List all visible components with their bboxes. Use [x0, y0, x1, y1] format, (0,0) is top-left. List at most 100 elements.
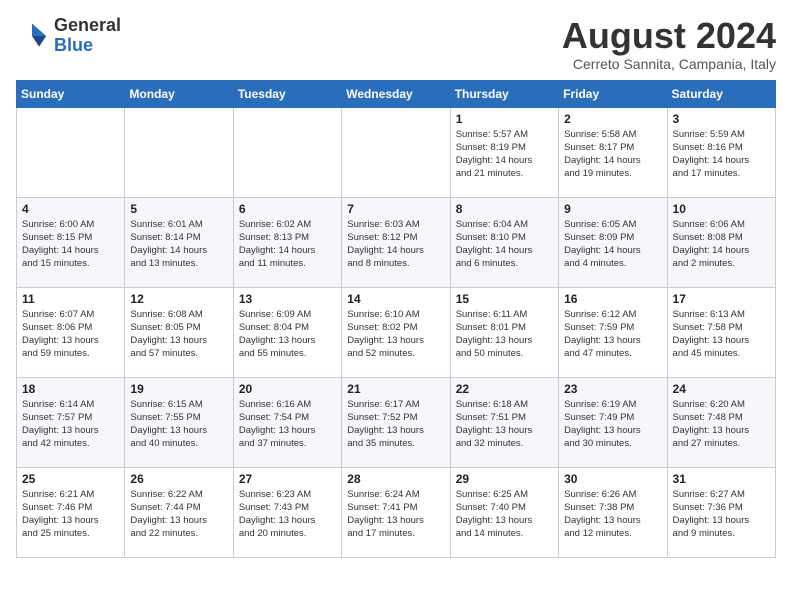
- day-cell: 27 Sunrise: 6:23 AM Sunset: 7:43 PM Dayli…: [233, 467, 341, 557]
- logo: General Blue: [16, 16, 121, 56]
- day-info: Sunrise: 6:09 AM Sunset: 8:04 PM Dayligh…: [239, 308, 336, 361]
- day-number: 9: [564, 202, 661, 216]
- day-number: 4: [22, 202, 119, 216]
- title-section: August 2024 Cerreto Sannita, Campania, I…: [562, 16, 776, 72]
- day-number: 16: [564, 292, 661, 306]
- day-info: Sunrise: 6:16 AM Sunset: 7:54 PM Dayligh…: [239, 398, 336, 451]
- header-saturday: Saturday: [667, 80, 775, 107]
- day-number: 11: [22, 292, 119, 306]
- day-cell: 25 Sunrise: 6:21 AM Sunset: 7:46 PM Dayli…: [17, 467, 125, 557]
- calendar-header: Sunday Monday Tuesday Wednesday Thursday…: [17, 80, 776, 107]
- week-row-3: 18Sunrise: 6:14 AM Sunset: 7:57 PM Dayli…: [17, 377, 776, 467]
- day-cell: [342, 107, 450, 197]
- header-monday: Monday: [125, 80, 233, 107]
- day-number: 26: [130, 472, 227, 486]
- day-number: 10: [673, 202, 770, 216]
- day-cell: 11 Sunrise: 6:07 AM Sunset: 8:06 PM Dayli…: [17, 287, 125, 377]
- header-wednesday: Wednesday: [342, 80, 450, 107]
- day-number: 15: [456, 292, 553, 306]
- day-number: 8: [456, 202, 553, 216]
- header-sunday: Sunday: [17, 80, 125, 107]
- day-number: 19: [130, 382, 227, 396]
- logo-text: General Blue: [54, 16, 121, 56]
- day-info: Sunrise: 6:22 AM Sunset: 7:44 PM Dayligh…: [130, 488, 227, 541]
- logo-icon: [16, 20, 48, 52]
- location: Cerreto Sannita, Campania, Italy: [562, 56, 776, 72]
- day-cell: 4Sunrise: 6:00 AM Sunset: 8:15 PM Daylig…: [17, 197, 125, 287]
- day-number: 25: [22, 472, 119, 486]
- day-info: Sunrise: 6:05 AM Sunset: 8:09 PM Dayligh…: [564, 218, 661, 271]
- day-number: 6: [239, 202, 336, 216]
- month-year: August 2024: [562, 16, 776, 56]
- day-number: 17: [673, 292, 770, 306]
- day-info: Sunrise: 6:21 AM Sunset: 7:46 PM Dayligh…: [22, 488, 119, 541]
- day-info: Sunrise: 6:20 AM Sunset: 7:48 PM Dayligh…: [673, 398, 770, 451]
- day-info: Sunrise: 5:59 AM Sunset: 8:16 PM Dayligh…: [673, 128, 770, 181]
- day-number: 20: [239, 382, 336, 396]
- day-cell: 22 Sunrise: 6:18 AM Sunset: 7:51 PM Dayli…: [450, 377, 558, 467]
- day-cell: 31Sunrise: 6:27 AM Sunset: 7:36 PM Dayli…: [667, 467, 775, 557]
- day-cell: 9 Sunrise: 6:05 AM Sunset: 8:09 PM Daylig…: [559, 197, 667, 287]
- day-info: Sunrise: 6:08 AM Sunset: 8:05 PM Dayligh…: [130, 308, 227, 361]
- day-number: 3: [673, 112, 770, 126]
- week-row-4: 25 Sunrise: 6:21 AM Sunset: 7:46 PM Dayli…: [17, 467, 776, 557]
- day-cell: 29Sunrise: 6:25 AM Sunset: 7:40 PM Dayli…: [450, 467, 558, 557]
- logo-blue: Blue: [54, 36, 121, 56]
- day-cell: 5Sunrise: 6:01 AM Sunset: 8:14 PM Daylig…: [125, 197, 233, 287]
- day-cell: 16 Sunrise: 6:12 AM Sunset: 7:59 PM Dayli…: [559, 287, 667, 377]
- day-number: 1: [456, 112, 553, 126]
- day-info: Sunrise: 6:23 AM Sunset: 7:43 PM Dayligh…: [239, 488, 336, 541]
- day-cell: 1 Sunrise: 5:57 AM Sunset: 8:19 PM Daylig…: [450, 107, 558, 197]
- day-info: Sunrise: 6:10 AM Sunset: 8:02 PM Dayligh…: [347, 308, 444, 361]
- day-number: 28: [347, 472, 444, 486]
- day-number: 27: [239, 472, 336, 486]
- day-number: 21: [347, 382, 444, 396]
- day-number: 14: [347, 292, 444, 306]
- day-cell: 18Sunrise: 6:14 AM Sunset: 7:57 PM Dayli…: [17, 377, 125, 467]
- calendar-table: Sunday Monday Tuesday Wednesday Thursday…: [16, 80, 776, 558]
- day-cell: [233, 107, 341, 197]
- day-info: Sunrise: 6:02 AM Sunset: 8:13 PM Dayligh…: [239, 218, 336, 271]
- day-number: 23: [564, 382, 661, 396]
- day-info: Sunrise: 6:17 AM Sunset: 7:52 PM Dayligh…: [347, 398, 444, 451]
- day-number: 12: [130, 292, 227, 306]
- day-number: 2: [564, 112, 661, 126]
- day-cell: [17, 107, 125, 197]
- day-info: Sunrise: 6:03 AM Sunset: 8:12 PM Dayligh…: [347, 218, 444, 271]
- day-cell: 8 Sunrise: 6:04 AM Sunset: 8:10 PM Daylig…: [450, 197, 558, 287]
- day-number: 13: [239, 292, 336, 306]
- day-number: 7: [347, 202, 444, 216]
- day-info: Sunrise: 6:14 AM Sunset: 7:57 PM Dayligh…: [22, 398, 119, 451]
- day-info: Sunrise: 6:27 AM Sunset: 7:36 PM Dayligh…: [673, 488, 770, 541]
- day-info: Sunrise: 6:12 AM Sunset: 7:59 PM Dayligh…: [564, 308, 661, 361]
- day-cell: 23Sunrise: 6:19 AM Sunset: 7:49 PM Dayli…: [559, 377, 667, 467]
- day-cell: 14 Sunrise: 6:10 AM Sunset: 8:02 PM Dayli…: [342, 287, 450, 377]
- day-info: Sunrise: 6:07 AM Sunset: 8:06 PM Dayligh…: [22, 308, 119, 361]
- day-info: Sunrise: 5:57 AM Sunset: 8:19 PM Dayligh…: [456, 128, 553, 181]
- day-cell: 2Sunrise: 5:58 AM Sunset: 8:17 PM Daylig…: [559, 107, 667, 197]
- day-cell: 28 Sunrise: 6:24 AM Sunset: 7:41 PM Dayli…: [342, 467, 450, 557]
- day-number: 22: [456, 382, 553, 396]
- day-info: Sunrise: 6:24 AM Sunset: 7:41 PM Dayligh…: [347, 488, 444, 541]
- calendar-body: 1 Sunrise: 5:57 AM Sunset: 8:19 PM Daylig…: [17, 107, 776, 557]
- day-cell: 3 Sunrise: 5:59 AM Sunset: 8:16 PM Daylig…: [667, 107, 775, 197]
- day-info: Sunrise: 6:04 AM Sunset: 8:10 PM Dayligh…: [456, 218, 553, 271]
- day-cell: 20 Sunrise: 6:16 AM Sunset: 7:54 PM Dayli…: [233, 377, 341, 467]
- day-info: Sunrise: 6:18 AM Sunset: 7:51 PM Dayligh…: [456, 398, 553, 451]
- day-info: Sunrise: 6:01 AM Sunset: 8:14 PM Dayligh…: [130, 218, 227, 271]
- week-row-2: 11 Sunrise: 6:07 AM Sunset: 8:06 PM Dayli…: [17, 287, 776, 377]
- week-row-0: 1 Sunrise: 5:57 AM Sunset: 8:19 PM Daylig…: [17, 107, 776, 197]
- day-cell: 30 Sunrise: 6:26 AM Sunset: 7:38 PM Dayli…: [559, 467, 667, 557]
- day-number: 30: [564, 472, 661, 486]
- day-cell: 13 Sunrise: 6:09 AM Sunset: 8:04 PM Dayli…: [233, 287, 341, 377]
- day-info: Sunrise: 6:11 AM Sunset: 8:01 PM Dayligh…: [456, 308, 553, 361]
- day-cell: 26 Sunrise: 6:22 AM Sunset: 7:44 PM Dayli…: [125, 467, 233, 557]
- day-cell: 24Sunrise: 6:20 AM Sunset: 7:48 PM Dayli…: [667, 377, 775, 467]
- day-info: Sunrise: 6:13 AM Sunset: 7:58 PM Dayligh…: [673, 308, 770, 361]
- day-info: Sunrise: 6:06 AM Sunset: 8:08 PM Dayligh…: [673, 218, 770, 271]
- day-cell: 21 Sunrise: 6:17 AM Sunset: 7:52 PM Dayli…: [342, 377, 450, 467]
- day-cell: 10 Sunrise: 6:06 AM Sunset: 8:08 PM Dayli…: [667, 197, 775, 287]
- day-cell: 17 Sunrise: 6:13 AM Sunset: 7:58 PM Dayli…: [667, 287, 775, 377]
- header-row: Sunday Monday Tuesday Wednesday Thursday…: [17, 80, 776, 107]
- day-info: Sunrise: 6:26 AM Sunset: 7:38 PM Dayligh…: [564, 488, 661, 541]
